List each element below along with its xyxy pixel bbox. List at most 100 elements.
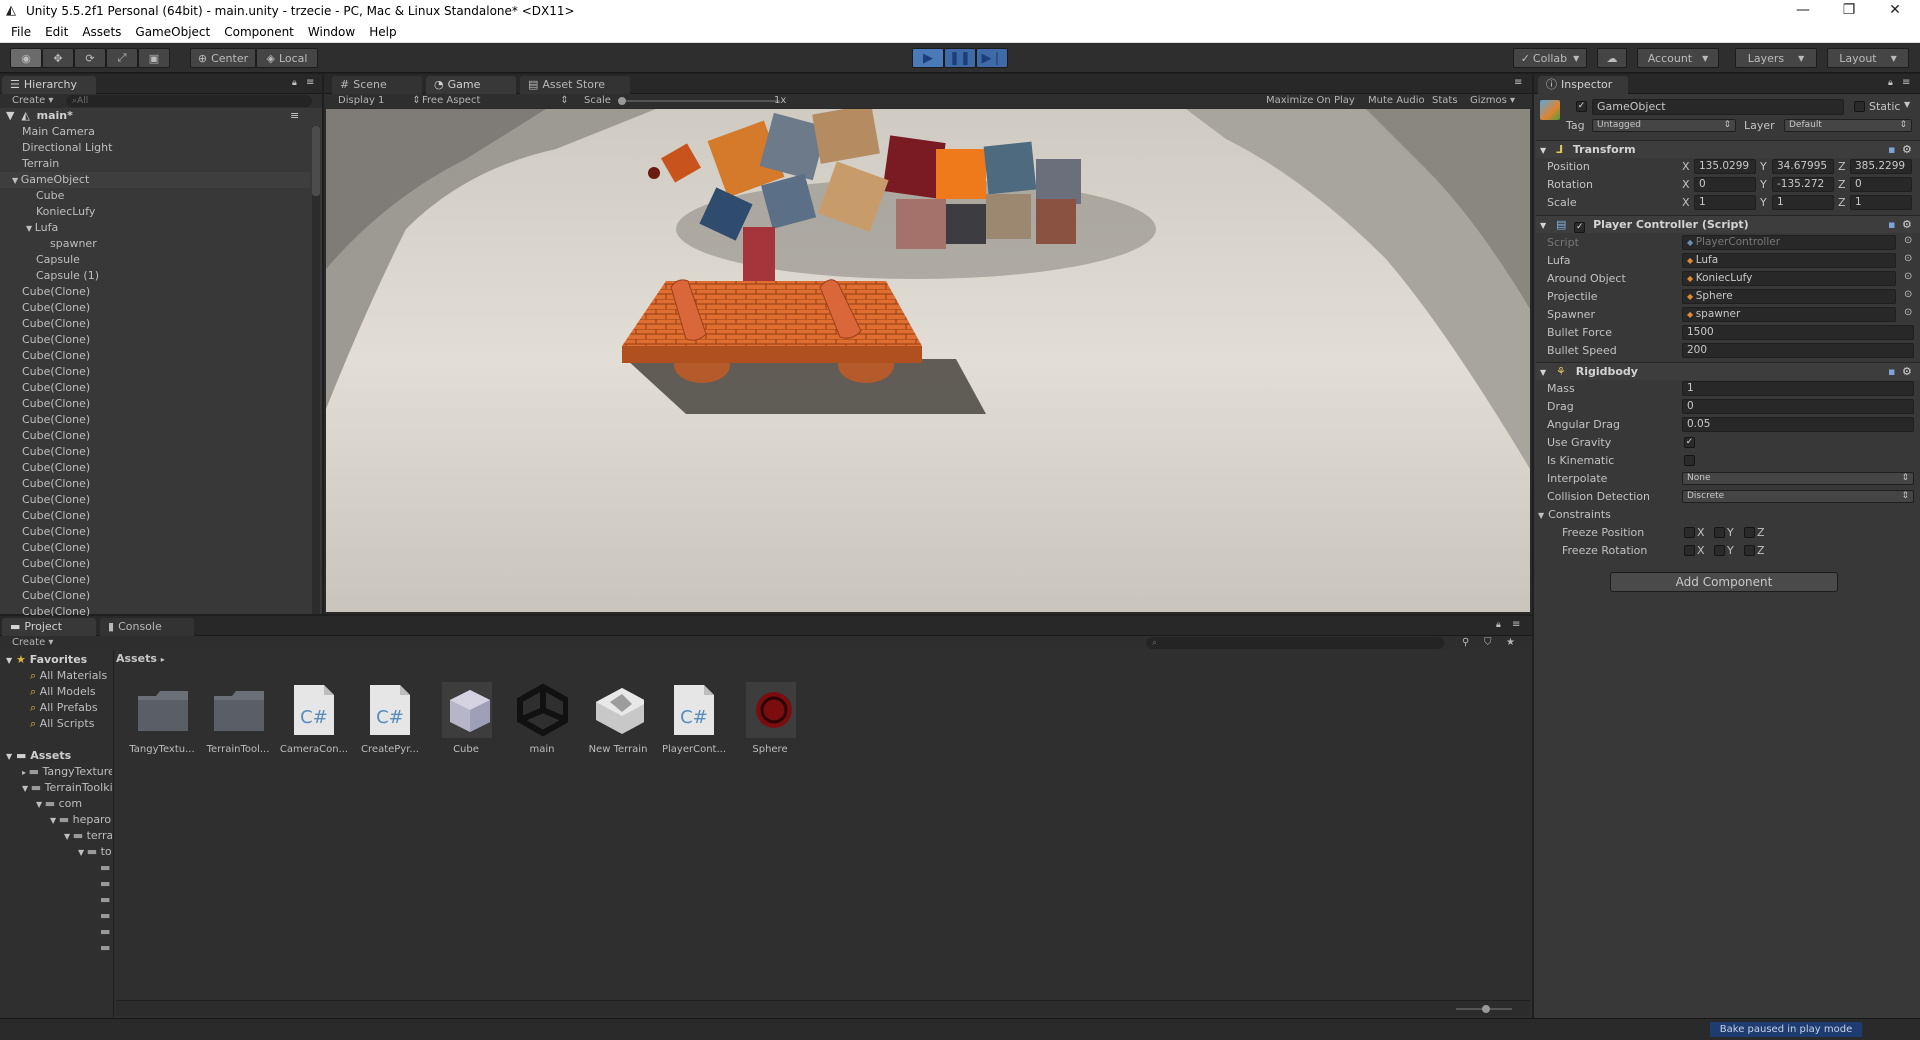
asset-tree-item[interactable]: ▼ ▬ terrain xyxy=(64,828,112,844)
hierarchy-item[interactable]: Cube(Clone) xyxy=(0,588,310,604)
object-picker-icon[interactable]: ⊙ xyxy=(1904,289,1912,300)
hierarchy-item[interactable]: KoniecLufy xyxy=(0,204,310,220)
hierarchy-scrollbar[interactable] xyxy=(312,126,320,614)
folder-icon[interactable]: ▬ xyxy=(100,876,110,892)
asset-tree-item[interactable]: ▼ ▬ TerrainToolkit xyxy=(22,780,112,796)
freeze-rotation-y-checkbox[interactable] xyxy=(1714,545,1725,556)
play-button[interactable]: ▶ xyxy=(912,48,944,68)
asset-tree-item[interactable]: ▼ ▬ com xyxy=(36,796,112,812)
interpolate-dropdown[interactable]: None ⇕ xyxy=(1682,472,1914,485)
asset-item[interactable]: TangyTextu... xyxy=(126,682,198,755)
project-create-button[interactable]: Create ▾ xyxy=(12,636,53,650)
asset-item[interactable]: Cube xyxy=(430,682,502,755)
freeze-position-z-checkbox[interactable] xyxy=(1744,527,1755,538)
scale-y-field[interactable]: 1 xyxy=(1772,195,1834,210)
panel-menu-icon[interactable]: ≡ xyxy=(1902,77,1910,88)
component-enabled-checkbox[interactable]: ✓ xyxy=(1574,222,1586,233)
hierarchy-item[interactable]: Main Camera xyxy=(0,124,310,140)
asset-item[interactable]: Sphere xyxy=(734,682,806,755)
menu-edit[interactable]: Edit xyxy=(38,25,75,39)
is-kinematic-checkbox[interactable] xyxy=(1684,455,1695,466)
object-picker-icon[interactable]: ⊙ xyxy=(1904,253,1912,264)
tab-hierarchy[interactable]: ☰ Hierarchy xyxy=(2,76,96,94)
add-component-button[interactable]: Add Component xyxy=(1610,572,1838,592)
angular-drag-field[interactable]: 0.05 xyxy=(1682,417,1914,432)
object-picker-icon[interactable]: ⊙ xyxy=(1904,271,1912,282)
hierarchy-item[interactable]: Cube(Clone) xyxy=(0,364,310,380)
hierarchy-item[interactable]: Cube(Clone) xyxy=(0,428,310,444)
scale-slider[interactable] xyxy=(618,97,780,105)
hierarchy-item[interactable]: Cube(Clone) xyxy=(0,316,310,332)
rotate-tool-button[interactable]: ⟳ xyxy=(74,48,106,68)
favorite-star-icon[interactable]: ★ xyxy=(1506,636,1515,650)
folder-icon[interactable]: ▬ xyxy=(100,924,110,940)
hierarchy-item[interactable]: Cube(Clone) xyxy=(0,348,310,364)
menu-gameobject[interactable]: GameObject xyxy=(128,25,217,39)
freeze-position-y-checkbox[interactable] xyxy=(1714,527,1725,538)
asset-item[interactable]: C# CameraCon... xyxy=(278,682,350,755)
filter-label-icon[interactable]: ⛉ xyxy=(1484,636,1492,650)
expand-arrow-icon[interactable]: ▼ xyxy=(12,176,21,185)
player-controller-header[interactable]: ▼ ▤ ✓ Player Controller (Script) ▪ ⚙ xyxy=(1536,215,1920,233)
hierarchy-item[interactable]: Cube(Clone) xyxy=(0,412,310,428)
field-value[interactable]: 1500 xyxy=(1682,325,1914,340)
hierarchy-item[interactable]: Cube(Clone) xyxy=(0,460,310,476)
hierarchy-item[interactable]: Capsule (1) xyxy=(0,268,310,284)
rotation-y-field[interactable]: -135.272 xyxy=(1772,177,1834,192)
asset-item[interactable]: main xyxy=(506,682,578,755)
rigidbody-header[interactable]: ▼ ⚘ Rigidbody ▪ ⚙ xyxy=(1536,362,1920,380)
menu-help[interactable]: Help xyxy=(362,25,403,39)
menu-file[interactable]: File xyxy=(4,25,38,39)
move-tool-button[interactable]: ✥ xyxy=(42,48,74,68)
object-picker-icon[interactable]: ⊙ xyxy=(1904,307,1912,318)
object-name-field[interactable]: GameObject xyxy=(1592,99,1844,115)
hierarchy-item[interactable]: Terrain xyxy=(0,156,310,172)
folder-icon[interactable]: ▬ xyxy=(100,940,110,956)
favorites-row[interactable]: ▼ ★ Favorites xyxy=(6,652,87,668)
field-value[interactable]: ◆ Lufa xyxy=(1682,253,1896,268)
menu-window[interactable]: Window xyxy=(301,25,362,39)
asset-item[interactable]: C# PlayerCont... xyxy=(658,682,730,755)
layout-dropdown[interactable]: Layout ▼ xyxy=(1827,48,1909,68)
aspect-dropdown[interactable]: Free Aspect ⇕ xyxy=(422,94,569,108)
tab-project[interactable]: ▬ Project xyxy=(2,618,96,636)
pivot-local-button[interactable]: ◈ Local xyxy=(256,48,318,68)
scene-menu-icon[interactable]: ≡ xyxy=(290,108,299,124)
field-value[interactable]: ◆ spawner xyxy=(1682,307,1896,322)
rect-tool-button[interactable]: ▣ xyxy=(138,48,170,68)
scale-x-field[interactable]: 1 xyxy=(1694,195,1756,210)
pause-button[interactable]: ❚❚ xyxy=(944,48,976,68)
hierarchy-item[interactable]: Cube(Clone) xyxy=(0,396,310,412)
chevron-down-icon[interactable]: ▼ xyxy=(1904,100,1910,109)
folder-icon[interactable]: ▬ xyxy=(100,860,110,876)
tab-scene[interactable]: # Scene xyxy=(332,76,422,94)
hierarchy-item[interactable]: Cube(Clone) xyxy=(0,572,310,588)
step-button[interactable]: ▶❘ xyxy=(976,48,1008,68)
hierarchy-item[interactable]: Cube(Clone) xyxy=(0,300,310,316)
expand-arrow-icon[interactable]: ▼ xyxy=(36,800,45,809)
maximize-button[interactable]: ❐ xyxy=(1829,0,1869,22)
close-button[interactable]: ✕ xyxy=(1875,0,1915,22)
field-value[interactable]: ◆ PlayerController xyxy=(1682,235,1896,250)
help-book-icon[interactable]: ▪ xyxy=(1888,141,1895,159)
lock-icon[interactable]: 🔒︎ xyxy=(1496,620,1501,630)
icon-size-slider[interactable] xyxy=(1456,1005,1512,1013)
menu-component[interactable]: Component xyxy=(217,25,301,39)
rotation-x-field[interactable]: 0 xyxy=(1694,177,1756,192)
hierarchy-item[interactable]: ▼ Lufa xyxy=(0,220,310,236)
cloud-button[interactable]: ☁ xyxy=(1597,48,1627,68)
hierarchy-item[interactable]: Cube(Clone) xyxy=(0,540,310,556)
use-gravity-checkbox[interactable]: ✓ xyxy=(1684,437,1695,448)
panel-menu-icon[interactable]: ≡ xyxy=(1514,77,1522,88)
project-search-input[interactable]: ⌕ xyxy=(1146,637,1444,649)
constraints-foldout[interactable]: ▼ Constraints xyxy=(1538,508,1611,521)
hierarchy-item[interactable]: Cube(Clone) xyxy=(0,332,310,348)
hierarchy-item[interactable]: Cube(Clone) xyxy=(0,492,310,508)
asset-item[interactable]: C# CreatePyr... xyxy=(354,682,426,755)
scale-z-field[interactable]: 1 xyxy=(1850,195,1912,210)
mute-audio-toggle[interactable]: Mute Audio xyxy=(1368,94,1425,108)
static-checkbox[interactable] xyxy=(1854,101,1865,112)
tab-inspector[interactable]: ⓘ Inspector xyxy=(1538,76,1628,94)
collision-detection-dropdown[interactable]: Discrete ⇕ xyxy=(1682,490,1914,503)
hierarchy-item[interactable]: Cube(Clone) xyxy=(0,556,310,572)
